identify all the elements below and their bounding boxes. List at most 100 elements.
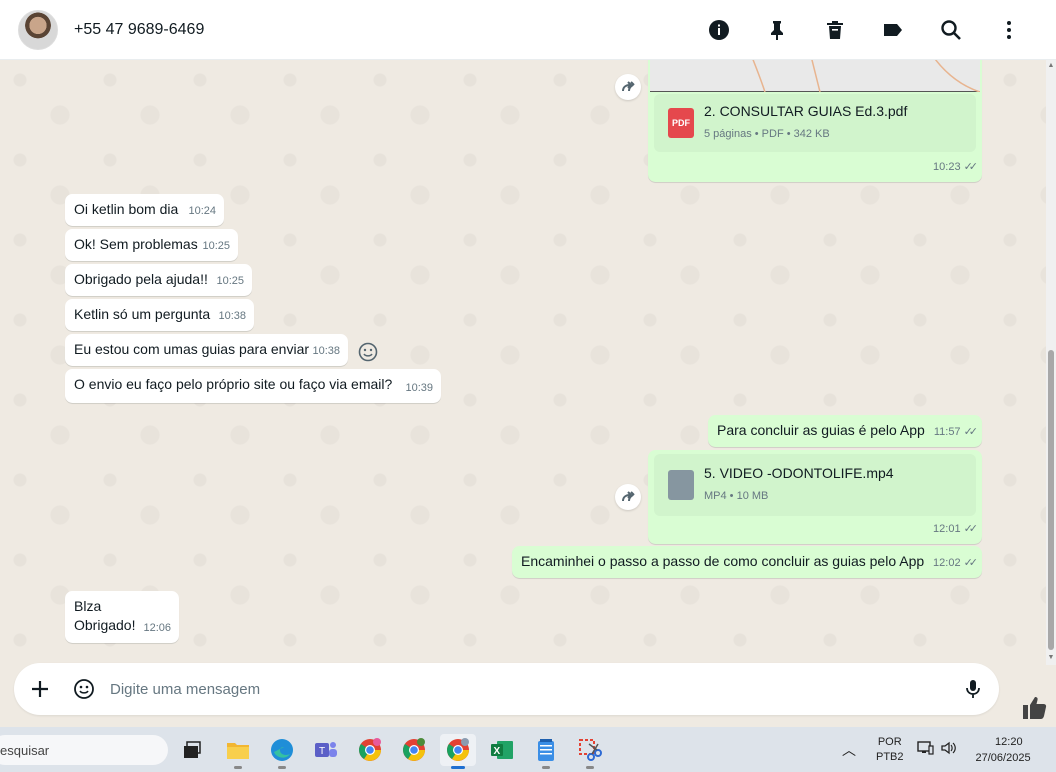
chat-scrollbar[interactable]: ▲ ▼ xyxy=(1046,60,1056,665)
pdf-preview[interactable] xyxy=(650,60,981,93)
svg-text:X: X xyxy=(494,746,501,757)
message-time: 12:06 xyxy=(143,622,171,634)
incoming-message[interactable]: Oi ketlin bom dia 10:24 xyxy=(65,194,224,226)
clock-time: 12:20 xyxy=(995,735,1023,748)
chrome-profile-1-icon[interactable] xyxy=(354,734,386,766)
time-text: 12:01 xyxy=(933,523,961,535)
label-icon[interactable] xyxy=(864,10,922,50)
document-name: 2. CONSULTAR GUIAS Ed.3.pdf xyxy=(704,103,908,119)
show-hidden-icons-chevron-icon[interactable]: ︿ xyxy=(842,740,856,760)
message-time: 10:25 xyxy=(216,275,244,287)
outgoing-message[interactable]: Para concluir as guias é pelo App 11:57 ✓… xyxy=(708,415,982,447)
pdf-file-icon: PDF xyxy=(668,108,694,138)
outgoing-document-message[interactable]: 5. VIDEO -ODONTOLIFE.mp4 MP4 • 10 MB 12:… xyxy=(648,450,982,544)
running-indicator xyxy=(234,766,242,769)
attach-plus-icon[interactable] xyxy=(18,667,62,711)
document-name: 5. VIDEO -ODONTOLIFE.mp4 xyxy=(704,465,894,481)
forward-icon[interactable] xyxy=(615,74,641,100)
file-explorer-icon[interactable] xyxy=(222,734,254,769)
running-indicator xyxy=(586,766,594,769)
time-text: 12:02 xyxy=(933,557,961,569)
network-icon[interactable] xyxy=(916,740,934,759)
read-ticks-icon: ✓✓ xyxy=(963,161,979,173)
pdf-file-card[interactable]: PDF 2. CONSULTAR GUIAS Ed.3.pdf 5 página… xyxy=(654,94,976,152)
read-ticks-icon: ✓✓ xyxy=(963,557,979,569)
message-time: 10:38 xyxy=(312,345,340,357)
contact-name[interactable]: +55 47 9689-6469 xyxy=(74,21,204,39)
outgoing-message[interactable]: Encaminhei o passo a passo de como concl… xyxy=(512,546,982,578)
sticker-icon[interactable] xyxy=(62,667,106,711)
scroll-up-icon[interactable]: ▲ xyxy=(1047,62,1055,69)
document-meta: MP4 • 10 MB xyxy=(704,490,769,502)
notepad-icon[interactable] xyxy=(530,734,562,769)
file-icon xyxy=(668,470,694,500)
thumbs-up-icon[interactable] xyxy=(1020,693,1050,723)
message-text: Ketlin só um pergunta xyxy=(74,306,211,322)
message-time: 11:57 ✓✓ xyxy=(933,423,979,442)
language-indicator[interactable]: POR PTB2 xyxy=(876,735,904,765)
search-icon[interactable] xyxy=(922,10,980,50)
incoming-message[interactable]: Obrigado pela ajuda!! 10:25 xyxy=(65,264,252,296)
incoming-message[interactable]: O envio eu faço pelo próprio site ou faç… xyxy=(65,369,441,403)
clock[interactable]: 12:20 27/06/2025 xyxy=(976,734,1031,766)
language-code: POR xyxy=(877,735,902,748)
windows-taskbar: esquisar T X ︿ POR PTB2 12:20 27/06/2025 xyxy=(0,727,1056,772)
incoming-message[interactable]: Eu estou com umas guias para enviar 10:3… xyxy=(65,334,348,366)
time-text: 11:57 xyxy=(933,426,961,438)
chat-header: +55 47 9689-6469 xyxy=(0,0,1056,60)
message-input[interactable]: Digite uma mensagem xyxy=(106,681,951,698)
chrome-profile-2-icon[interactable] xyxy=(398,734,430,766)
header-actions xyxy=(690,0,1038,60)
microphone-icon[interactable] xyxy=(951,667,995,711)
chrome-active-icon[interactable] xyxy=(440,734,476,769)
emoji-reaction-icon[interactable] xyxy=(356,340,380,364)
menu-icon[interactable] xyxy=(980,10,1038,50)
scroll-thumb[interactable] xyxy=(1048,350,1054,650)
clock-date: 27/06/2025 xyxy=(975,751,1031,764)
message-text: Para concluir as guias é pelo App xyxy=(717,422,925,438)
incoming-message[interactable]: Ok! Sem problemas 10:25 xyxy=(65,229,238,261)
message-composer: Digite uma mensagem xyxy=(14,663,999,715)
excel-icon[interactable]: X xyxy=(486,734,518,766)
pin-icon[interactable] xyxy=(748,10,806,50)
taskbar-search[interactable]: esquisar xyxy=(0,735,168,765)
info-icon[interactable] xyxy=(690,10,748,50)
message-text: Encaminhei o passo a passo de como concl… xyxy=(521,553,925,569)
message-text: Eu estou com umas guias para enviar xyxy=(74,341,310,357)
active-indicator xyxy=(451,766,465,769)
system-tray: ︿ POR PTB2 12:20 27/06/2025 xyxy=(842,727,1031,772)
message-time: 10:25 xyxy=(202,240,230,252)
edge-icon[interactable] xyxy=(266,734,298,769)
running-indicator xyxy=(278,766,286,769)
time-text: 10:23 xyxy=(933,161,961,173)
message-time: 10:38 xyxy=(218,310,246,322)
message-text: Ok! Sem problemas xyxy=(74,236,198,252)
message-time: 10:23 ✓✓ xyxy=(933,158,979,177)
scroll-down-icon[interactable]: ▼ xyxy=(1047,654,1055,661)
message-time: 10:24 xyxy=(188,205,216,217)
snipping-tool-icon[interactable] xyxy=(574,734,606,769)
teams-icon[interactable]: T xyxy=(310,734,342,766)
running-indicator xyxy=(542,766,550,769)
forward-icon[interactable] xyxy=(615,484,641,510)
message-time: 12:01 ✓✓ xyxy=(933,520,978,539)
message-text: Blza Obrigado! xyxy=(74,598,136,633)
contact-avatar[interactable] xyxy=(18,9,58,50)
pdf-badge: PDF xyxy=(672,117,690,128)
task-view-icon[interactable] xyxy=(176,734,208,766)
volume-icon[interactable] xyxy=(940,740,958,759)
read-ticks-icon: ✓✓ xyxy=(963,426,979,438)
video-file-card[interactable]: 5. VIDEO -ODONTOLIFE.mp4 MP4 • 10 MB xyxy=(654,454,976,516)
outgoing-document-message[interactable]: PDF 2. CONSULTAR GUIAS Ed.3.pdf 5 página… xyxy=(648,60,982,182)
message-time: 12:02 ✓✓ xyxy=(933,554,979,573)
chat-area: PDF 2. CONSULTAR GUIAS Ed.3.pdf 5 página… xyxy=(0,60,1046,665)
incoming-message[interactable]: Blza Obrigado! 12:06 xyxy=(65,591,179,643)
message-text: Obrigado pela ajuda!! xyxy=(74,271,208,287)
keyboard-layout: PTB2 xyxy=(876,750,904,763)
message-text: Oi ketlin bom dia xyxy=(74,201,179,217)
pdf-preview-art xyxy=(752,60,981,93)
delete-icon[interactable] xyxy=(806,10,864,50)
message-text: O envio eu faço pelo próprio site ou faç… xyxy=(74,376,393,392)
svg-text:T: T xyxy=(319,746,325,757)
incoming-message[interactable]: Ketlin só um pergunta 10:38 xyxy=(65,299,254,331)
